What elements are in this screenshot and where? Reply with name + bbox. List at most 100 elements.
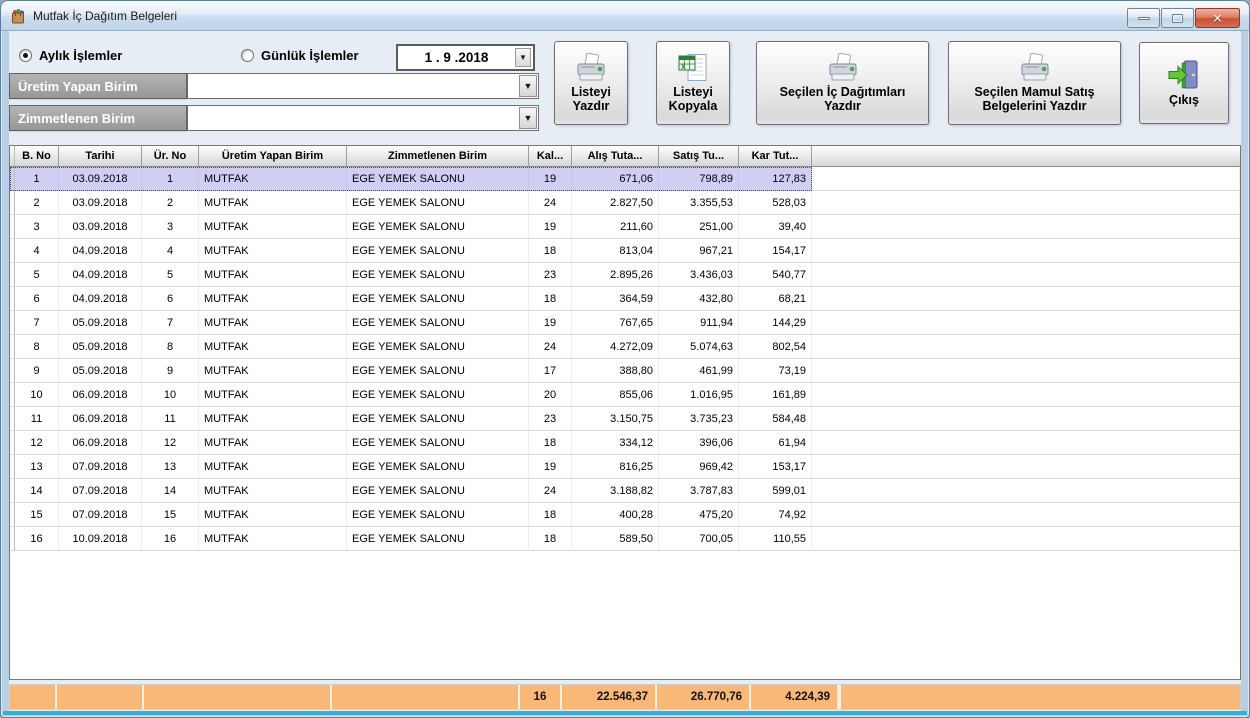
table-cell: MUTFAK	[199, 407, 347, 431]
table-cell: EGE YEMEK SALONU	[347, 287, 529, 311]
column-header[interactable]: Zimmetlenen Birim	[347, 146, 529, 166]
table-cell: 1	[15, 167, 59, 191]
app-icon[interactable]	[10, 8, 26, 24]
table-cell: 03.09.2018	[59, 167, 142, 191]
table-cell: 18	[529, 527, 572, 551]
grid-header: B. NoTarihiÜr. NoÜretim Yapan BirimZimme…	[10, 146, 1240, 167]
producing-unit-label[interactable]: Üretim Yapan Birim	[9, 73, 187, 99]
table-cell: 03.09.2018	[59, 191, 142, 215]
table-row[interactable]: 1407.09.201814MUTFAKEGE YEMEK SALONU243.…	[10, 479, 1240, 503]
column-header[interactable]: Kar Tut...	[739, 146, 812, 166]
print-list-button[interactable]: Listeyi Yazdır	[554, 41, 628, 125]
table-cell: 4	[142, 239, 199, 263]
table-row[interactable]: 604.09.20186MUTFAKEGE YEMEK SALONU18364,…	[10, 287, 1240, 311]
table-cell: EGE YEMEK SALONU	[347, 407, 529, 431]
table-cell: 2	[15, 191, 59, 215]
table-cell: 16	[15, 527, 59, 551]
bag-icon	[10, 8, 26, 24]
table-cell: 461,99	[659, 359, 739, 383]
table-cell: MUTFAK	[199, 335, 347, 359]
table-cell: 10	[15, 383, 59, 407]
table-cell: MUTFAK	[199, 431, 347, 455]
copy-list-button[interactable]: X Listeyi Kopyala	[656, 41, 730, 125]
table-cell: MUTFAK	[199, 263, 347, 287]
printer-icon	[825, 53, 861, 83]
table-cell: MUTFAK	[199, 383, 347, 407]
table-row[interactable]: 303.09.20183MUTFAKEGE YEMEK SALONU19211,…	[10, 215, 1240, 239]
table-cell: 802,54	[739, 335, 812, 359]
table-row[interactable]: 705.09.20187MUTFAKEGE YEMEK SALONU19767,…	[10, 311, 1240, 335]
table-cell: 74,92	[739, 503, 812, 527]
row-filler-cell	[812, 263, 1240, 287]
column-header[interactable]: Ür. No	[142, 146, 199, 166]
table-cell: EGE YEMEK SALONU	[347, 311, 529, 335]
assigned-unit-combobox[interactable]: ▼	[187, 105, 539, 131]
window-title: Mutfak İç Dağıtım Belgeleri	[33, 9, 177, 23]
table-row[interactable]: 1006.09.201810MUTFAKEGE YEMEK SALONU2085…	[10, 383, 1240, 407]
table-cell: 24	[529, 479, 572, 503]
daily-operations-radio[interactable]: Günlük İşlemler	[241, 48, 359, 63]
table-row[interactable]: 203.09.20182MUTFAKEGE YEMEK SALONU242.82…	[10, 191, 1240, 215]
table-cell: 161,89	[739, 383, 812, 407]
table-cell: 400,28	[572, 503, 659, 527]
column-header[interactable]: B. No	[15, 146, 59, 166]
table-row[interactable]: 1507.09.201815MUTFAKEGE YEMEK SALONU1840…	[10, 503, 1240, 527]
combo-dropdown-button[interactable]: ▼	[519, 75, 537, 97]
maximize-icon	[1172, 14, 1183, 23]
table-row[interactable]: 1610.09.201816MUTFAKEGE YEMEK SALONU1858…	[10, 527, 1240, 551]
table-cell: 110,55	[739, 527, 812, 551]
table-cell: 15	[142, 503, 199, 527]
exit-button[interactable]: Çıkış	[1139, 42, 1229, 124]
column-header[interactable]: Kal...	[529, 146, 572, 166]
footer-filler-cell	[841, 685, 1240, 709]
table-row[interactable]: 404.09.20184MUTFAKEGE YEMEK SALONU18813,…	[10, 239, 1240, 263]
grid-rows: 103.09.20181MUTFAKEGE YEMEK SALONU19671,…	[10, 167, 1240, 679]
combo-dropdown-button[interactable]: ▼	[519, 107, 537, 129]
column-header[interactable]: Alış Tuta...	[572, 146, 659, 166]
table-row[interactable]: 1307.09.201813MUTFAKEGE YEMEK SALONU1981…	[10, 455, 1240, 479]
table-cell: 475,20	[659, 503, 739, 527]
column-header[interactable]: Satış Tu...	[659, 146, 739, 166]
table-cell: 6	[15, 287, 59, 311]
assigned-unit-label[interactable]: Zimmetlenen Birim	[9, 105, 187, 131]
monthly-operations-radio[interactable]: Aylık İşlemler	[19, 48, 122, 63]
table-cell: 18	[529, 431, 572, 455]
maximize-button[interactable]	[1161, 8, 1194, 28]
table-cell: 5	[142, 263, 199, 287]
table-cell: EGE YEMEK SALONU	[347, 263, 529, 287]
footer-cell	[10, 685, 57, 709]
row-filler-cell	[812, 383, 1240, 407]
column-header[interactable]: Tarihi	[59, 146, 142, 166]
print-selected-product-sales-button[interactable]: Seçilen Mamul Satış Belgelerini Yazdır	[948, 41, 1121, 125]
row-filler-cell	[812, 311, 1240, 335]
table-row[interactable]: 1106.09.201811MUTFAKEGE YEMEK SALONU233.…	[10, 407, 1240, 431]
column-header[interactable]: Üretim Yapan Birim	[199, 146, 347, 166]
table-cell: 06.09.2018	[59, 407, 142, 431]
table-cell: MUTFAK	[199, 239, 347, 263]
minimize-button[interactable]	[1127, 8, 1160, 28]
table-cell: 3.188,82	[572, 479, 659, 503]
row-filler-cell	[812, 455, 1240, 479]
svg-text:X: X	[681, 64, 686, 71]
table-row[interactable]: 805.09.20188MUTFAKEGE YEMEK SALONU244.27…	[10, 335, 1240, 359]
producing-unit-combobox[interactable]: ▼	[187, 73, 539, 99]
print-selected-distributions-button[interactable]: Seçilen İç Dağıtımları Yazdır	[756, 41, 929, 125]
table-cell: EGE YEMEK SALONU	[347, 359, 529, 383]
table-row[interactable]: 504.09.20185MUTFAKEGE YEMEK SALONU232.89…	[10, 263, 1240, 287]
date-dropdown-button[interactable]: ▼	[515, 48, 531, 67]
table-cell: 528,03	[739, 191, 812, 215]
table-cell: EGE YEMEK SALONU	[347, 215, 529, 239]
table-cell: 334,12	[572, 431, 659, 455]
table-row[interactable]: 905.09.20189MUTFAKEGE YEMEK SALONU17388,…	[10, 359, 1240, 383]
table-row[interactable]: 1206.09.201812MUTFAKEGE YEMEK SALONU1833…	[10, 431, 1240, 455]
titlebar[interactable]: Mutfak İç Dağıtım Belgeleri	[1, 1, 1249, 31]
exit-label: Çıkış	[1169, 93, 1199, 107]
date-picker[interactable]: 1 . 9 .2018 ▼	[396, 44, 535, 71]
table-cell: EGE YEMEK SALONU	[347, 431, 529, 455]
close-button[interactable]: ✕	[1195, 8, 1240, 28]
date-value: 1 . 9 .2018	[398, 50, 515, 65]
table-row[interactable]: 103.09.20181MUTFAKEGE YEMEK SALONU19671,…	[10, 167, 1240, 191]
table-cell: 3.735,23	[659, 407, 739, 431]
table-cell: 8	[142, 335, 199, 359]
printer-icon	[573, 53, 609, 83]
